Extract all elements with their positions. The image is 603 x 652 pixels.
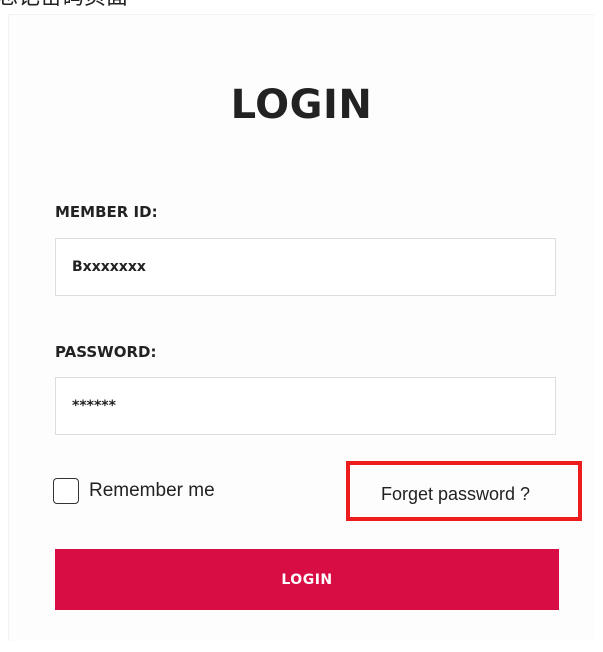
password-input[interactable]	[55, 377, 556, 435]
remember-me-label: Remember me	[89, 480, 215, 501]
forgot-password-link[interactable]: Forget password ?	[381, 484, 530, 505]
page-title: LOGIN	[230, 82, 373, 128]
member-id-label: MEMBER ID:	[55, 203, 158, 221]
login-page: 忘记密码页面 LOGIN MEMBER ID: PASSWORD: Rememb…	[0, 0, 603, 652]
member-id-input[interactable]	[55, 238, 556, 296]
login-button[interactable]: LOGIN	[55, 549, 559, 610]
remember-me-checkbox[interactable]	[53, 478, 79, 504]
top-cropped-text: 忘记密码页面	[0, 0, 132, 8]
remember-me-row[interactable]: Remember me	[53, 478, 215, 504]
password-label: PASSWORD:	[55, 343, 157, 361]
top-cropped-caption: 忘记密码页面	[0, 0, 128, 8]
